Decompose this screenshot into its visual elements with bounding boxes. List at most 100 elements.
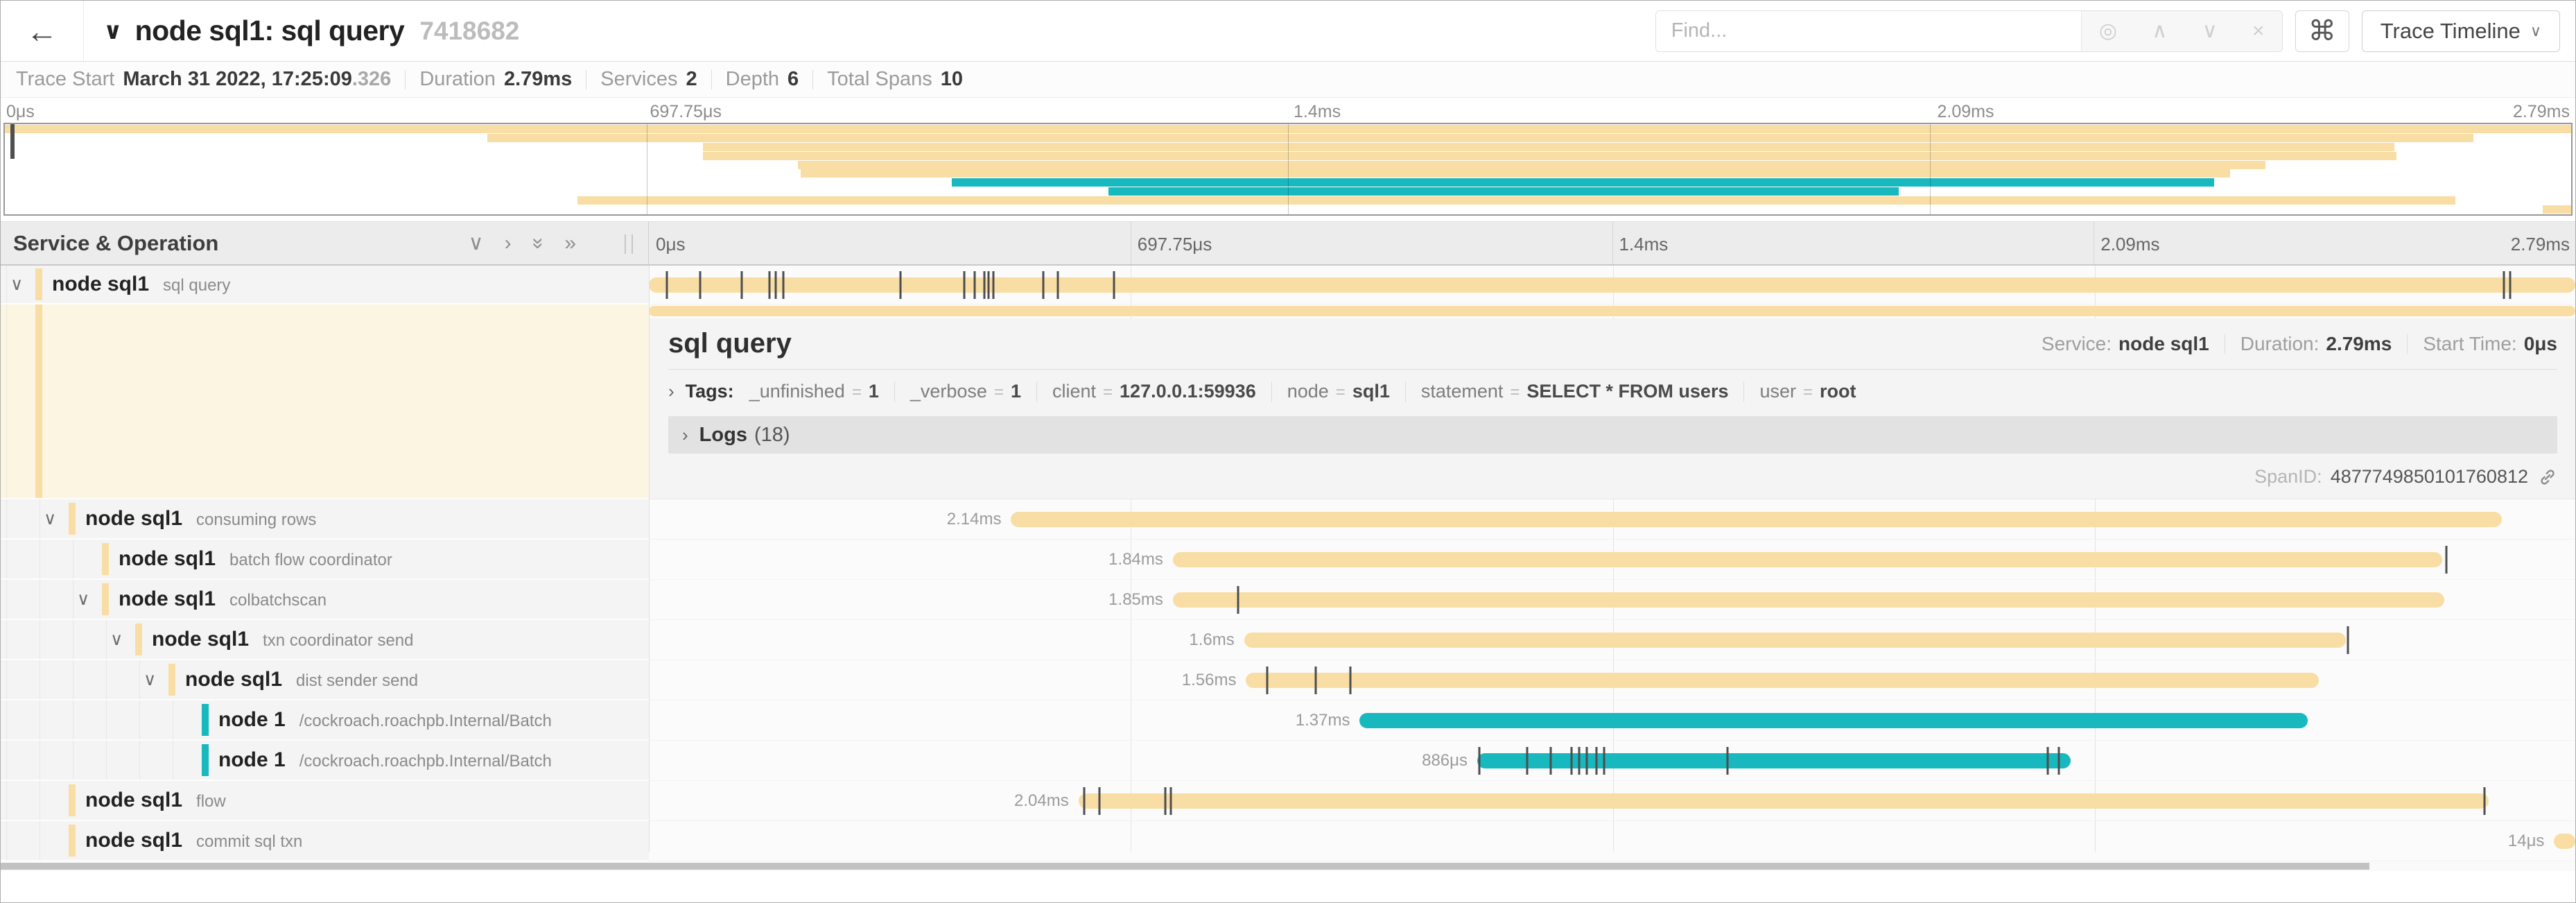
expand-one-icon[interactable]: › (505, 232, 512, 255)
span-expander-chevron-icon[interactable]: ∨ (77, 589, 89, 610)
span-log-marker[interactable] (1164, 787, 1166, 815)
span-row[interactable]: node 1/cockroach.roachpb.Internal/Batch1… (1, 700, 2575, 741)
minimap-canvas[interactable] (3, 123, 2573, 216)
span-expander-chevron-icon[interactable]: ∨ (10, 274, 23, 295)
span-timeline-cell[interactable]: 886μs (649, 741, 2575, 781)
span-timeline-cell[interactable] (649, 266, 2575, 304)
tags-row[interactable]: ›Tags:_unfinished=1_verbose=1client=127.… (668, 381, 2557, 402)
span-tree-cell[interactable]: node sql1commit sql txn (1, 821, 649, 861)
horizontal-scrollbar[interactable] (1, 861, 2575, 871)
span-log-marker[interactable] (1571, 747, 1573, 775)
span-row[interactable]: ∨node sql1consuming rows2.14ms (1, 499, 2575, 540)
span-bar[interactable] (1359, 713, 2307, 728)
span-tree-cell[interactable]: ∨node sql1consuming rows (1, 499, 649, 540)
span-log-marker[interactable] (1549, 747, 1551, 775)
trace-collapse-icon[interactable]: ∨ (103, 17, 123, 45)
span-timeline-cell[interactable]: 1.56ms (649, 660, 2575, 700)
span-log-marker[interactable] (1113, 271, 1115, 299)
span-timeline-cell[interactable]: 2.14ms (649, 499, 2575, 540)
span-log-marker[interactable] (1056, 271, 1059, 299)
span-log-marker[interactable] (983, 271, 985, 299)
span-tree-cell[interactable]: ∨node sql1sql query (1, 266, 649, 304)
span-timeline-cell[interactable]: 1.37ms (649, 700, 2575, 741)
span-log-marker[interactable] (1237, 586, 1239, 614)
span-tree-cell[interactable]: node sql1batch flow coordinator (1, 540, 649, 580)
span-log-marker[interactable] (2509, 271, 2512, 299)
span-log-marker[interactable] (1099, 787, 1101, 815)
span-log-marker[interactable] (699, 271, 701, 299)
span-log-marker[interactable] (666, 271, 668, 299)
span-log-marker[interactable] (740, 271, 742, 299)
span-tree-cell[interactable]: ∨node sql1colbatchscan (1, 580, 649, 620)
span-row[interactable]: node sql1batch flow coordinator1.84ms (1, 540, 2575, 580)
collapse-one-icon[interactable]: ∨ (469, 231, 484, 255)
span-row[interactable]: node sql1commit sql txn14μs (1, 821, 2575, 861)
span-bar[interactable] (2554, 834, 2575, 849)
span-log-marker[interactable] (1042, 271, 1044, 299)
span-log-marker[interactable] (1526, 747, 1529, 775)
minimap-left-drag-handle[interactable] (10, 124, 15, 159)
span-row[interactable]: ∨node sql1dist sender send1.56ms (1, 660, 2575, 700)
span-log-marker[interactable] (1596, 747, 1598, 775)
column-resize-handle[interactable] (625, 234, 633, 254)
span-log-marker[interactable] (2503, 271, 2505, 299)
span-bar[interactable] (1079, 793, 2489, 809)
span-timeline-cell[interactable]: 1.6ms (649, 620, 2575, 660)
span-bar[interactable] (649, 277, 2575, 293)
span-log-marker[interactable] (2484, 787, 2486, 815)
span-log-marker[interactable] (774, 271, 776, 299)
span-log-marker[interactable] (2046, 747, 2048, 775)
logs-row[interactable]: ›Logs(18) (668, 416, 2557, 454)
span-row[interactable]: ∨node sql1txn coordinator send1.6ms (1, 620, 2575, 660)
span-log-marker[interactable] (2347, 626, 2349, 654)
span-bar[interactable] (1477, 753, 2071, 768)
selected-span-bar-row[interactable] (649, 304, 2575, 318)
span-bar[interactable] (1173, 592, 2444, 608)
span-expander-chevron-icon[interactable]: ∨ (110, 629, 123, 650)
span-bar[interactable] (1246, 673, 2319, 688)
span-log-marker[interactable] (899, 271, 901, 299)
find-input[interactable] (1656, 11, 2081, 51)
span-log-marker[interactable] (1084, 787, 1086, 815)
span-row[interactable]: node 1/cockroach.roachpb.Internal/Batch8… (1, 741, 2575, 781)
logs-expander-chevron-icon[interactable]: › (682, 424, 688, 446)
span-tree-cell[interactable]: ∨node sql1dist sender send (1, 660, 649, 700)
span-log-marker[interactable] (2445, 546, 2447, 574)
selected-span-bar[interactable] (649, 306, 2575, 316)
span-log-marker[interactable] (768, 271, 770, 299)
span-log-marker[interactable] (988, 271, 990, 299)
span-log-marker[interactable] (963, 271, 965, 299)
span-bar[interactable] (1011, 512, 2502, 527)
next-result-icon[interactable]: ∨ (2202, 19, 2218, 43)
span-log-marker[interactable] (2058, 747, 2060, 775)
span-log-marker[interactable] (1349, 666, 1351, 694)
span-log-marker[interactable] (1603, 747, 1605, 775)
locate-icon[interactable]: ◎ (2099, 19, 2117, 43)
clear-search-icon[interactable]: × (2252, 19, 2265, 43)
span-log-marker[interactable] (1314, 666, 1316, 694)
span-tree-cell[interactable]: node sql1flow (1, 781, 649, 821)
prev-result-icon[interactable]: ∧ (2152, 19, 2167, 43)
span-timeline-cell[interactable]: 2.04ms (649, 781, 2575, 821)
span-tree-cell[interactable]: node 1/cockroach.roachpb.Internal/Batch (1, 700, 649, 741)
span-expander-chevron-icon[interactable]: ∨ (44, 508, 56, 529)
span-log-marker[interactable] (1586, 747, 1588, 775)
span-expander-chevron-icon[interactable]: ∨ (143, 669, 156, 690)
span-log-marker[interactable] (1727, 747, 1729, 775)
span-timeline-cell[interactable]: 1.85ms (649, 580, 2575, 620)
back-button[interactable]: ← (1, 1, 84, 61)
scrollbar-thumb[interactable] (1, 863, 2369, 870)
span-bar[interactable] (1244, 633, 2347, 648)
tags-expander-chevron-icon[interactable]: › (668, 381, 675, 402)
span-log-marker[interactable] (1267, 666, 1269, 694)
span-log-marker[interactable] (1578, 747, 1581, 775)
span-timeline-cell[interactable]: 14μs (649, 821, 2575, 861)
collapse-all-icon[interactable]: » (526, 237, 550, 249)
span-timeline-cell[interactable]: 1.84ms (649, 540, 2575, 580)
span-log-marker[interactable] (973, 271, 975, 299)
view-options-button[interactable]: Trace Timeline ∨ (2362, 10, 2560, 52)
span-log-marker[interactable] (782, 271, 784, 299)
span-tree-cell[interactable]: ∨node sql1txn coordinator send (1, 620, 649, 660)
span-log-marker[interactable] (1478, 747, 1480, 775)
link-icon[interactable] (2538, 467, 2557, 487)
